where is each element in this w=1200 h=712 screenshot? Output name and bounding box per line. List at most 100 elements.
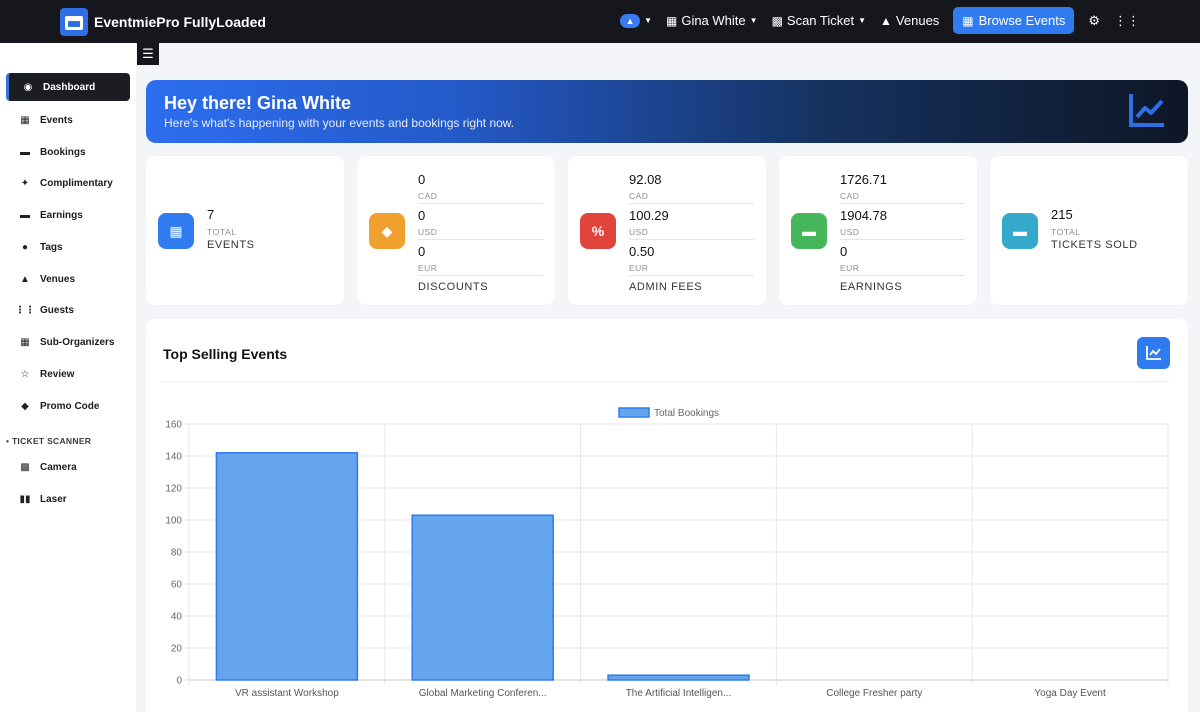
tag-icon: ◆ — [369, 213, 405, 249]
sidebar-toggle-button[interactable]: ☰ — [137, 43, 159, 65]
y-tick-label: 80 — [171, 548, 183, 559]
chevron-down-icon: ▼ — [858, 16, 867, 25]
stat-value: 1726.71 — [840, 172, 887, 187]
stat-admin-fees-block: 92.08 CAD 100.29 USD 0.50 EUR ADMIN FEES — [629, 172, 754, 293]
ticket-icon: ▬ — [20, 146, 30, 158]
sidebar-item-label: Laser — [40, 493, 67, 505]
calendar-icon: ▦ — [158, 213, 194, 249]
sidebar-item-dashboard[interactable]: ◉ Dashboard — [6, 73, 130, 101]
venues-link[interactable]: ▲ Venues — [880, 13, 939, 28]
stat-label: EVENTS — [207, 239, 255, 251]
bar — [411, 514, 554, 681]
map-icon: ▲ — [20, 273, 30, 285]
user-name: Gina White — [681, 13, 746, 28]
x-tick-label: VR assistant Workshop — [235, 688, 339, 699]
stat-currency: USD — [629, 227, 754, 240]
chart-options-button[interactable] — [1137, 337, 1170, 369]
y-tick-label: 160 — [165, 420, 182, 431]
sidebar-item-review[interactable]: ☆ Review — [6, 360, 130, 388]
sidebar-item-guests[interactable]: ⋮⋮ Guests — [6, 296, 130, 324]
banner-title: Hey there! Gina White — [164, 93, 352, 113]
star-icon: ☆ — [20, 368, 30, 380]
scan-ticket-menu[interactable]: ▩ Scan Ticket ▼ — [772, 13, 866, 28]
stat-card-admin-fees: % 92.08 CAD 100.29 USD 0.50 EUR ADMIN FE… — [568, 156, 766, 305]
stat-value: 92.08 — [629, 172, 662, 187]
stat-events-block: 7 TOTAL EVENTS — [207, 207, 255, 251]
sidebar-item-promo-code[interactable]: ◆ Promo Code — [6, 392, 130, 420]
wallet-icon: ▬ — [791, 213, 827, 249]
settings-button[interactable]: ⚙ — [1088, 13, 1100, 29]
sidebar-item-events[interactable]: ▦ Events — [6, 106, 130, 134]
sidebar-item-camera[interactable]: ▩ Camera — [6, 453, 130, 481]
stat-card-tickets-sold: ▬ 215 TOTAL TICKETS SOLD — [990, 156, 1188, 305]
hamburger-icon: ☰ — [142, 46, 154, 61]
stat-currency: EUR — [629, 263, 754, 276]
user-menu[interactable]: ▦ Gina White ▼ — [666, 13, 758, 28]
sidebar-item-complimentary[interactable]: ✦ Complimentary — [6, 169, 130, 197]
browse-events-label: Browse Events — [978, 13, 1066, 28]
user-icon: ▦ — [665, 13, 678, 28]
stat-currency: CAD — [629, 191, 754, 204]
y-tick-label: 0 — [176, 676, 182, 687]
qrcode-icon: ▩ — [771, 13, 783, 28]
calendar-icon: ▦ — [962, 13, 974, 28]
stat-currency: USD — [840, 227, 965, 240]
stat-value: 1904.78 — [840, 208, 887, 223]
stat-earnings-block: 1726.71 CAD 1904.78 USD 0 EUR EARNINGS — [840, 172, 965, 293]
stat-currency: USD — [418, 227, 543, 240]
y-tick-label: 140 — [165, 452, 182, 463]
chevron-down-icon: ▼ — [749, 16, 758, 25]
sidebar-item-label: Promo Code — [40, 400, 100, 412]
gear-icon: ⚙ — [1088, 12, 1100, 28]
brand[interactable]: EventmiePro FullyLoaded — [60, 7, 266, 36]
y-tick-label: 120 — [165, 484, 182, 495]
line-chart-icon — [1129, 94, 1164, 127]
stat-label: EARNINGS — [840, 281, 903, 293]
sidebar-item-bookings[interactable]: ▬ Bookings — [6, 138, 130, 166]
stat-card-earnings: ▬ 1726.71 CAD 1904.78 USD 0 EUR EARNINGS — [779, 156, 977, 305]
y-tick-label: 100 — [165, 516, 182, 527]
sidebar-section-label: • TICKET SCANNER — [6, 436, 91, 446]
section-title: TICKET SCANNER — [11, 436, 92, 446]
stat-currency: CAD — [418, 191, 543, 204]
group-icon: ⋮⋮ — [15, 304, 35, 316]
top-navbar: EventmiePro FullyLoaded ▲ ▼ ▦ Gina White… — [0, 0, 1200, 43]
grid-icon: ⋮⋮ — [1114, 12, 1140, 28]
sidebar-item-earnings[interactable]: ▬ Earnings — [6, 201, 130, 229]
sidebar-item-label: Bookings — [40, 146, 86, 158]
legend-swatch — [618, 407, 650, 418]
sidebar-item-venues[interactable]: ▲ Venues — [6, 265, 130, 293]
stat-value: 0 — [418, 208, 426, 223]
x-tick-label: Yoga Day Event — [1034, 688, 1106, 699]
nav-right: ▲ ▼ ▦ Gina White ▼ ▩ Scan Ticket ▼ ▲ Ven… — [620, 7, 1140, 34]
stat-card-discounts: ◆ 0 CAD 0 USD 0 EUR DISCOUNTS — [357, 156, 555, 305]
y-tick-label: 40 — [171, 612, 183, 623]
stat-label: ADMIN FEES — [629, 281, 703, 293]
x-tick-label: Global Marketing Conferen... — [419, 688, 547, 699]
sidebar-item-laser[interactable]: ▮▮ Laser — [6, 485, 130, 513]
stat-currency: CAD — [840, 191, 965, 204]
stat-label: DISCOUNTS — [418, 281, 489, 293]
sidebar-item-sub-organizers[interactable]: ▦ Sub-Organizers — [6, 328, 130, 356]
browse-events-button[interactable]: ▦ Browse Events — [953, 7, 1075, 34]
stat-value: 0 — [418, 172, 426, 187]
apps-button[interactable]: ⋮⋮ — [1114, 13, 1140, 29]
sidebar-item-label: Tags — [40, 241, 63, 253]
stat-tickets-block: 215 TOTAL TICKETS SOLD — [1051, 207, 1138, 251]
sidebar-item-label: Sub-Organizers — [40, 336, 115, 348]
puzzle-icon: ✦ — [20, 177, 30, 189]
welcome-banner: Hey there! Gina White Here's what's happ… — [146, 80, 1188, 143]
notifications-button[interactable]: ▲ ▼ — [620, 13, 652, 28]
sidebar-item-tags[interactable]: ● Tags — [6, 233, 130, 261]
tag-icon: ◆ — [21, 400, 29, 412]
calendar-icon: ▦ — [20, 114, 30, 126]
stat-value: 0 — [840, 244, 848, 259]
stat-value: 0 — [418, 244, 426, 259]
scan-ticket-label: Scan Ticket — [786, 13, 855, 28]
sidebar-item-label: Complimentary — [40, 177, 113, 189]
y-tick-label: 60 — [171, 580, 183, 591]
users-icon: ● — [21, 241, 29, 253]
sidebar-item-label: Review — [40, 368, 75, 380]
sidebar-item-label: Guests — [40, 304, 74, 316]
venues-label: Venues — [895, 13, 940, 28]
